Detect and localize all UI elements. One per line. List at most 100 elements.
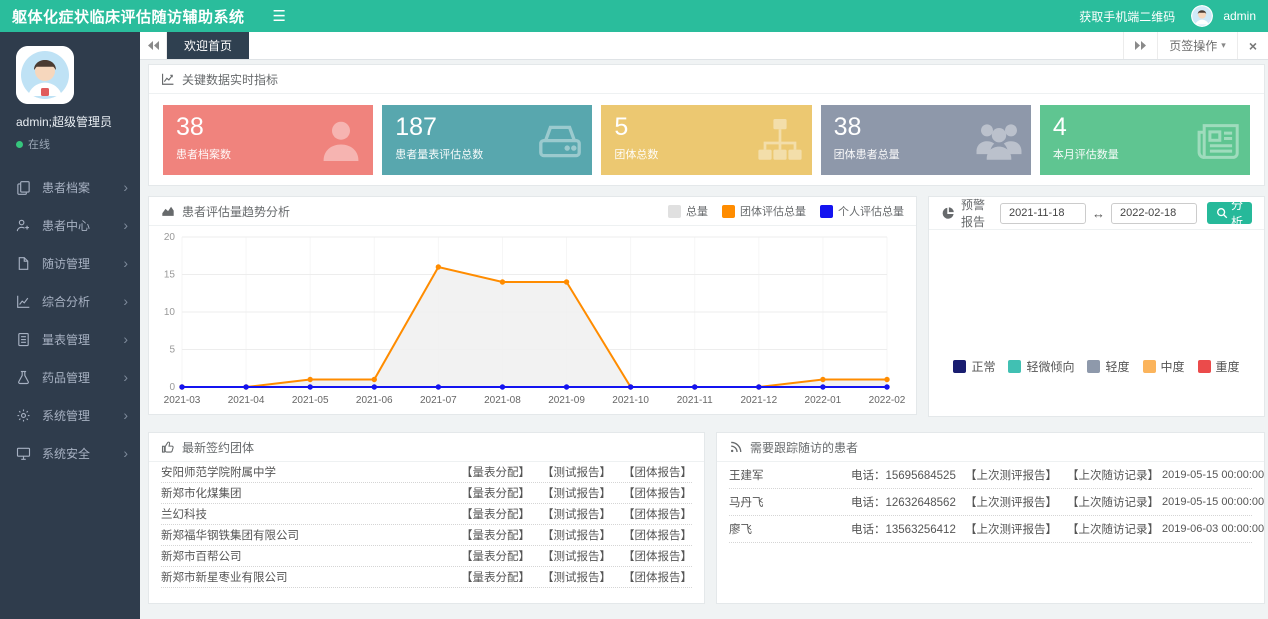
sidebar-menu-item[interactable]: 随访管理 ›: [0, 244, 140, 282]
group-report-link[interactable]: 【团体报告】: [623, 548, 692, 564]
double-chevron-right-icon[interactable]: [1123, 32, 1157, 59]
tab-bar: 欢迎首页 页签操作 ▾ ×: [140, 32, 1268, 60]
group-name: 新郑市化煤集团: [161, 485, 461, 501]
group-report-link[interactable]: 【团体报告】: [623, 485, 692, 501]
online-status: 在线: [16, 136, 140, 152]
severity-legend-entry[interactable]: 正常: [953, 358, 995, 375]
legend-swatch: [668, 205, 681, 218]
group-report-link[interactable]: 【团体报告】: [623, 569, 692, 585]
group-report-link[interactable]: 【团体报告】: [623, 464, 692, 480]
stats-panel-header: 关键数据实时指标: [149, 65, 1264, 94]
chevron-right-icon: ›: [123, 256, 128, 270]
sidebar-menu-item[interactable]: 药品管理 ›: [0, 358, 140, 396]
patient-row: 廖飞 电话：13563256412 【上次测评报告】 【上次随访记录】 2019…: [729, 516, 1252, 543]
warning-panel-header: 预警报告 ↔ 分析: [929, 197, 1264, 230]
groups-panel: 最新签约团体 安阳师范学院附属中学 【量表分配】 【测试报告】 【团体报告】 新…: [148, 432, 705, 604]
svg-text:2021-04: 2021-04: [228, 395, 265, 406]
online-status-label: 在线: [28, 136, 50, 152]
legend-entry[interactable]: 总量: [668, 203, 708, 219]
tab-ops-dropdown[interactable]: 页签操作 ▾: [1157, 32, 1237, 59]
trend-legend: 总量 团体评估总量 个人评估总量: [668, 203, 904, 219]
legend-swatch: [722, 205, 735, 218]
user-avatar[interactable]: [1191, 5, 1213, 27]
patients-panel-header: 需要跟踪随访的患者: [717, 433, 1264, 462]
sidebar-menu-item[interactable]: 患者档案 ›: [0, 168, 140, 206]
file-icon: [16, 256, 31, 271]
test-report-link[interactable]: 【测试报告】: [542, 506, 611, 522]
last-assessment-report-link[interactable]: 【上次测评报告】: [965, 521, 1067, 537]
last-visit-date: 2019-05-15 00:00:00: [1162, 469, 1264, 481]
group-rows: 安阳师范学院附属中学 【量表分配】 【测试报告】 【团体报告】 新郑市化煤集团 …: [149, 462, 704, 588]
test-report-link[interactable]: 【测试报告】: [542, 527, 611, 543]
severity-legend-entry[interactable]: 中度: [1143, 358, 1185, 375]
test-report-link[interactable]: 【测试报告】: [542, 485, 611, 501]
app-window: 躯体化症状临床评估随访辅助系统 ☰ 获取手机端二维码 admin: [0, 0, 1268, 619]
scale-assign-link[interactable]: 【量表分配】: [461, 464, 530, 480]
scale-assign-link[interactable]: 【量表分配】: [461, 527, 530, 543]
stats-panel: 关键数据实时指标 38 患者档案数 187 患者量表评估总数: [148, 64, 1265, 186]
svg-text:2022-01: 2022-01: [805, 395, 842, 406]
group-row: 新郑福华钢铁集团有限公司 【量表分配】 【测试报告】 【团体报告】: [161, 525, 692, 546]
desktop-icon: [16, 446, 31, 461]
patient-phone: 电话：15695684525: [851, 467, 965, 483]
severity-legend-entry[interactable]: 重度: [1198, 358, 1240, 375]
svg-text:2021-12: 2021-12: [740, 395, 777, 406]
scale-assign-link[interactable]: 【量表分配】: [461, 485, 530, 501]
scale-assign-link[interactable]: 【量表分配】: [461, 506, 530, 522]
line-chart-icon: [161, 72, 175, 86]
last-assessment-report-link[interactable]: 【上次测评报告】: [965, 494, 1067, 510]
last-visit-record-link[interactable]: 【上次随访记录】: [1067, 467, 1159, 483]
stat-card[interactable]: 4 本月评估数量: [1040, 105, 1250, 175]
sidebar-menu-item[interactable]: 量表管理 ›: [0, 320, 140, 358]
group-report-link[interactable]: 【团体报告】: [623, 527, 692, 543]
test-report-link[interactable]: 【测试报告】: [542, 548, 611, 564]
scale-assign-link[interactable]: 【量表分配】: [461, 548, 530, 564]
group-name: 兰幻科技: [161, 506, 461, 522]
stat-card[interactable]: 38 患者档案数: [163, 105, 373, 175]
trend-panel-title: 患者评估量趋势分析: [182, 203, 290, 220]
sitemap-icon: [756, 116, 804, 164]
date-from-input[interactable]: [1000, 203, 1086, 224]
last-assessment-report-link[interactable]: 【上次测评报告】: [965, 467, 1067, 483]
stat-card[interactable]: 5 团体总数: [601, 105, 811, 175]
svg-text:2021-09: 2021-09: [548, 395, 585, 406]
close-icon[interactable]: ×: [1237, 32, 1268, 59]
stat-card[interactable]: 187 患者量表评估总数: [382, 105, 592, 175]
sidebar-user-name: admin;超级管理员: [16, 113, 140, 130]
svg-text:2021-11: 2021-11: [677, 395, 713, 406]
trend-panel: 患者评估量趋势分析 总量 团体评估总量: [148, 196, 917, 415]
double-chevron-left-icon[interactable]: [140, 32, 167, 59]
severity-legend-entry[interactable]: 轻度: [1087, 358, 1129, 375]
severity-swatch: [953, 360, 966, 373]
scale-assign-link[interactable]: 【量表分配】: [461, 569, 530, 585]
last-visit: 【上次随访记录】 2019-05-15 00:00:00: [1067, 467, 1264, 483]
sidebar-menu-item[interactable]: 患者中心 ›: [0, 206, 140, 244]
top-header: 躯体化症状临床评估随访辅助系统 ☰ 获取手机端二维码 admin: [0, 0, 1268, 32]
legend-entry[interactable]: 个人评估总量: [820, 203, 904, 219]
qr-code-link[interactable]: 获取手机端二维码: [1079, 8, 1175, 25]
group-report-link[interactable]: 【团体报告】: [623, 506, 692, 522]
date-to-input[interactable]: [1111, 203, 1197, 224]
sidebar-avatar[interactable]: [16, 46, 74, 104]
test-report-link[interactable]: 【测试报告】: [542, 464, 611, 480]
sidebar-menu: 患者档案 › 患者中心 › 随访管理 › 综合分析: [0, 168, 140, 472]
last-visit-record-link[interactable]: 【上次随访记录】: [1067, 494, 1159, 510]
last-visit-date: 2019-06-03 00:00:00: [1162, 523, 1264, 535]
severity-legend-entry[interactable]: 轻微倾向: [1008, 358, 1074, 375]
legend-entry[interactable]: 团体评估总量: [722, 203, 806, 219]
group-name: 新郑市新星枣业有限公司: [161, 569, 461, 585]
tab-welcome-home[interactable]: 欢迎首页: [167, 32, 249, 59]
hamburger-icon[interactable]: ☰: [273, 9, 286, 24]
sidebar-menu-item[interactable]: 系统管理 ›: [0, 396, 140, 434]
last-visit-record-link[interactable]: 【上次随访记录】: [1067, 521, 1159, 537]
username[interactable]: admin: [1223, 9, 1256, 23]
pie-chart-icon: [941, 206, 955, 220]
sidebar-menu-item[interactable]: 综合分析 ›: [0, 282, 140, 320]
stat-card[interactable]: 38 团体患者总量: [821, 105, 1031, 175]
test-report-link[interactable]: 【测试报告】: [542, 569, 611, 585]
analyze-button[interactable]: 分析: [1207, 202, 1252, 224]
svg-text:2021-05: 2021-05: [292, 395, 329, 406]
tab-spacer: [249, 32, 1123, 59]
sidebar-menu-item[interactable]: 系统安全 ›: [0, 434, 140, 472]
svg-text:2021-08: 2021-08: [484, 395, 521, 406]
